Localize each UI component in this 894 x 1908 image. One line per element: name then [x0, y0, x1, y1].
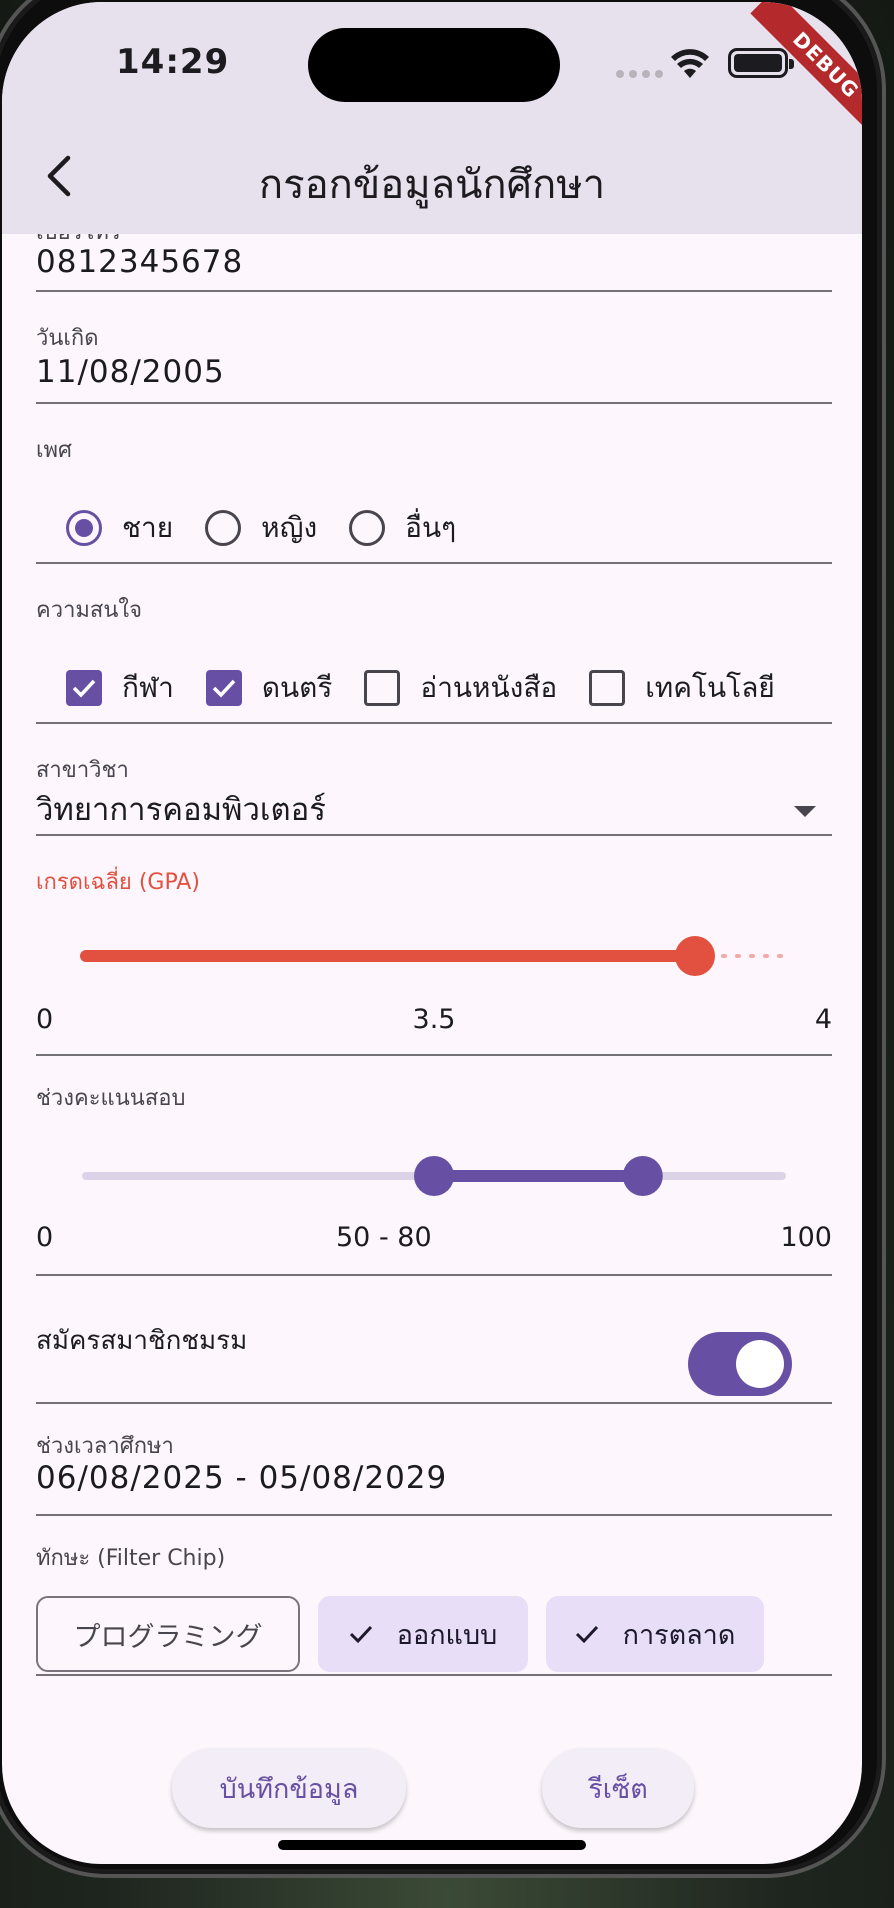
study-period-value: 06/08/2025 - 05/08/2029	[36, 1460, 448, 1496]
score-range-label: ช่วงคะแนนสอบ	[36, 1086, 186, 1111]
gender-label: เพศ	[36, 438, 72, 463]
radio-female-label: หญิง	[261, 511, 318, 544]
home-indicator[interactable]	[278, 1840, 586, 1850]
gpa-field: เกรดเฉลี่ย (GPA) 0 3.5 4	[36, 836, 832, 1056]
study-period-field[interactable]: ช่วงเวลาศึกษา 06/08/2025 - 05/08/2029	[36, 1404, 832, 1516]
form-scroll[interactable]: เบอร์โทร 0812345678 วันเกิด 11/08/2005 เ…	[2, 234, 862, 1864]
check-icon	[72, 679, 96, 698]
gpa-value-label: 3.5	[412, 1004, 456, 1035]
major-label: สาขาวิชา	[36, 758, 129, 783]
chip-design-label: ออกแบบ	[396, 1619, 498, 1651]
checkbox-technology[interactable]	[589, 670, 626, 706]
range-end-thumb[interactable]	[622, 1156, 663, 1196]
range-start-thumb[interactable]	[414, 1156, 454, 1196]
save-button[interactable]: บันทึกข้อมูล	[172, 1748, 406, 1828]
chip-programming-label: プログラミング	[73, 1621, 263, 1653]
wifi-icon	[671, 49, 709, 78]
check-icon	[575, 1625, 598, 1644]
interests-options: กีฬา ดนตรี อ่านหนังสือ เทคโนโลยี	[66, 666, 807, 710]
checkbox-sport-label: กีฬา	[122, 671, 174, 704]
club-label: สมัครสมาชิกชมรม	[36, 1326, 248, 1356]
radio-female[interactable]	[205, 510, 242, 546]
switch-knob	[736, 1340, 784, 1388]
dynamic-island	[308, 28, 560, 102]
phone-frame: 14:29 DEBUG กรอกข้อมูลนักศึกษา เบอ	[0, 0, 886, 1878]
skills-label: ทักษะ (Filter Chip)	[36, 1546, 226, 1571]
reset-button[interactable]: รีเซ็ต	[542, 1748, 694, 1828]
status-time: 14:29	[116, 42, 230, 82]
birthdate-value: 11/08/2005	[36, 354, 225, 390]
phone-value: 0812345678	[36, 244, 244, 280]
checkbox-technology-label: เทคโนโลยี	[645, 671, 775, 704]
app-bar: 14:29 DEBUG กรอกข้อมูลนักศึกษา	[2, 2, 862, 234]
birthdate-field[interactable]: วันเกิด 11/08/2005	[36, 292, 832, 404]
major-select[interactable]: สาขาวิชา วิทยาการคอมพิวเตอร์	[36, 724, 832, 836]
chip-marketing[interactable]: การตลาด	[546, 1596, 764, 1672]
radio-other-label: อื่นๆ	[405, 511, 457, 544]
signal-dots-icon	[616, 70, 663, 78]
chip-programming[interactable]: プログラミング	[36, 1596, 300, 1672]
checkbox-reading[interactable]	[364, 670, 401, 706]
device-bezel: 14:29 DEBUG กรอกข้อมูลนักศึกษา เบอ	[0, 0, 894, 1908]
interests-label: ความสนใจ	[36, 598, 143, 623]
radio-other[interactable]	[349, 510, 386, 546]
checkbox-music-label: ดนตรี	[261, 671, 333, 704]
battery-icon	[728, 48, 794, 78]
checkbox-sport[interactable]	[66, 670, 102, 706]
radio-male[interactable]	[66, 510, 102, 546]
chip-marketing-label: การตลาด	[622, 1619, 736, 1651]
phone-field[interactable]: เบอร์โทร 0812345678	[36, 234, 832, 292]
score-range-slider[interactable]	[36, 1146, 832, 1206]
score-min-label: 0	[36, 1222, 54, 1253]
major-value: วิทยาการคอมพิวเตอร์	[36, 792, 326, 828]
check-icon	[212, 679, 236, 698]
page-title: กรอกข้อมูลนักศึกษา	[258, 162, 606, 208]
gpa-label: เกรดเฉลี่ย (GPA)	[36, 870, 200, 895]
score-value-label: 50 - 80	[336, 1222, 432, 1253]
gpa-max-label: 4	[814, 1004, 832, 1035]
chip-design[interactable]: ออกแบบ	[318, 1596, 528, 1672]
score-range-field: ช่วงคะแนนสอบ 0 50 - 80 100	[36, 1056, 832, 1276]
checkbox-reading-label: อ่านหนังสือ	[420, 671, 558, 704]
check-icon	[349, 1625, 372, 1644]
score-max-label: 100	[780, 1222, 832, 1253]
checkbox-music[interactable]	[205, 670, 242, 706]
gpa-thumb[interactable]	[675, 936, 715, 976]
gender-options: ชาย หญิง อื่นๆ	[66, 506, 488, 550]
gpa-min-label: 0	[36, 1004, 54, 1035]
dropdown-arrow-icon[interactable]	[794, 806, 816, 817]
study-period-label: ช่วงเวลาศึกษา	[36, 1434, 174, 1459]
club-switch[interactable]	[688, 1332, 792, 1396]
birthdate-label: วันเกิด	[36, 326, 99, 351]
radio-male-label: ชาย	[122, 511, 174, 544]
screen: 14:29 DEBUG กรอกข้อมูลนักศึกษา เบอ	[2, 2, 862, 1864]
gpa-slider[interactable]	[36, 926, 832, 986]
